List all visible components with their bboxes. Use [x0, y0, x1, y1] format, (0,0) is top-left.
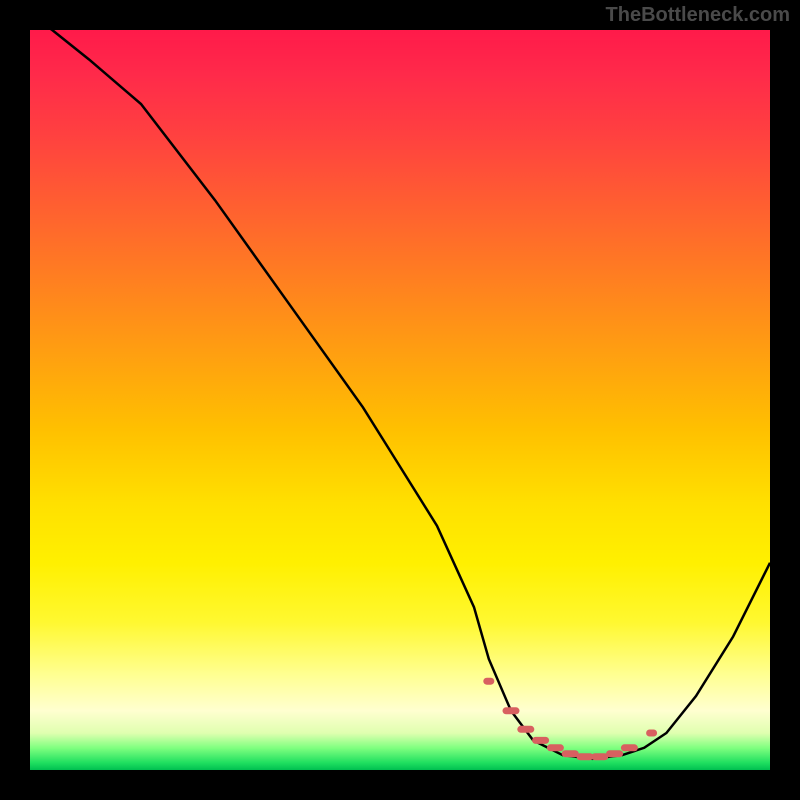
watermark-text: TheBottleneck.com	[606, 4, 790, 27]
chart-container: TheBottleneck.com	[0, 0, 800, 800]
bottleneck-curve	[30, 30, 770, 759]
plot-area	[30, 30, 770, 770]
curve-group	[30, 30, 770, 759]
marker-group	[487, 681, 654, 757]
chart-svg	[30, 30, 770, 770]
